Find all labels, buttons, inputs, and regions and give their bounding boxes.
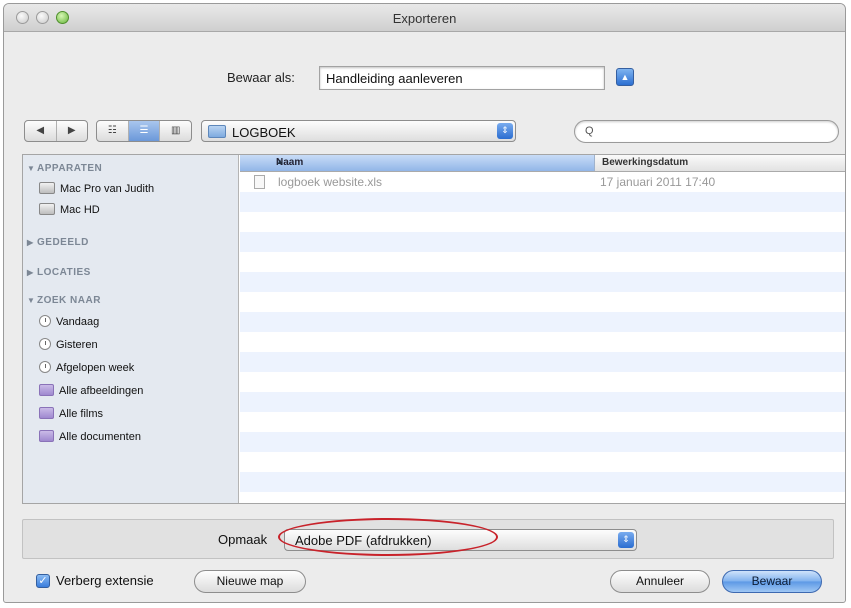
file-name: logboek website.xls <box>278 175 383 189</box>
folder-icon <box>208 125 226 138</box>
title-bar: Exporteren <box>4 4 845 32</box>
sidebar-item-mac-pro[interactable]: Mac Pro van Judith <box>39 182 154 195</box>
sidebar-item-afgelopen-week[interactable]: Afgelopen week <box>39 361 134 374</box>
clock-icon <box>39 315 51 327</box>
back-forward-control: ◀ ▶ <box>24 120 88 142</box>
hard-drive-icon <box>39 203 55 215</box>
checkmark-icon: ✓ <box>38 575 48 587</box>
export-dialog: Exporteren Bewaar als: ▲ ◀ ▶ ☷ ☰ ▥ LOGBO… <box>3 3 846 603</box>
sidebar-item-alle-films[interactable]: Alle films <box>39 407 103 420</box>
updown-arrows-icon: ⇕ <box>497 123 513 139</box>
format-value: Adobe PDF (afdrukken) <box>295 533 432 548</box>
computer-icon <box>39 182 55 194</box>
sidebar-item-vandaag[interactable]: Vandaag <box>39 315 99 328</box>
column-header-name[interactable]: Naam ▲ <box>240 155 595 171</box>
column-header-row: Naam ▲ Bewerkingsdatum <box>240 155 845 172</box>
sidebar-section-locaties[interactable]: ▶ LOCATIES <box>27 267 91 278</box>
sidebar: ▼ APPARATEN Mac Pro van Judith Mac HD ▶ GE… <box>23 155 239 503</box>
save-button[interactable]: Bewaar <box>722 570 822 593</box>
file-list: Naam ▲ Bewerkingsdatum logboek website.x… <box>240 155 845 503</box>
location-label: LOGBOEK <box>232 125 296 140</box>
search-input[interactable] <box>601 123 826 140</box>
button-row: ✓ Verberg extensie Nieuwe map Annuleer B… <box>4 569 845 595</box>
sidebar-item-mac-hd[interactable]: Mac HD <box>39 203 100 216</box>
sort-ascending-icon: ▲ <box>276 157 284 166</box>
location-popup[interactable]: LOGBOEK ⇕ <box>201 120 516 142</box>
updown-arrows-icon: ⇕ <box>618 532 634 548</box>
smart-folder-icon <box>39 407 54 419</box>
back-button[interactable]: ◀ <box>25 121 57 141</box>
search-icon: Q <box>585 125 594 137</box>
hide-extension-label[interactable]: Verberg extensie <box>56 573 154 588</box>
hide-extension-checkbox[interactable]: ✓ <box>36 574 50 588</box>
smart-folder-icon <box>39 384 54 396</box>
file-browser: ▼ APPARATEN Mac Pro van Judith Mac HD ▶ GE… <box>22 154 845 504</box>
sidebar-item-alle-afbeeldingen[interactable]: Alle afbeeldingen <box>39 384 143 397</box>
view-mode-control: ☷ ☰ ▥ <box>96 120 192 142</box>
sidebar-item-alle-documenten[interactable]: Alle documenten <box>39 430 141 443</box>
cancel-button[interactable]: Annuleer <box>610 570 710 593</box>
file-rows: logboek website.xls 17 januari 2011 17:4… <box>240 172 845 503</box>
forward-button[interactable]: ▶ <box>57 121 88 141</box>
disclosure-closed-icon: ▶ <box>27 268 34 277</box>
new-folder-button[interactable]: Nieuwe map <box>194 570 306 593</box>
sidebar-section-apparaten[interactable]: ▼ APPARATEN <box>27 163 102 174</box>
list-view-button[interactable]: ☰ <box>128 121 161 141</box>
document-icon <box>254 175 265 189</box>
icon-view-button[interactable]: ☷ <box>97 121 129 141</box>
clock-icon <box>39 338 51 350</box>
disclosure-open-icon: ▼ <box>27 164 36 173</box>
sidebar-item-gisteren[interactable]: Gisteren <box>39 338 98 351</box>
save-as-row: Bewaar als: ▲ <box>4 66 845 92</box>
format-label: Opmaak <box>218 532 268 547</box>
clock-icon <box>39 361 51 373</box>
disclosure-closed-icon: ▶ <box>27 238 34 247</box>
file-date: 17 januari 2011 17:40 <box>600 175 716 189</box>
disclosure-open-icon: ▼ <box>27 296 36 305</box>
sidebar-section-gedeeld[interactable]: ▶ GEDEELD <box>27 237 89 248</box>
browser-toolbar: ◀ ▶ ☷ ☰ ▥ LOGBOEK ⇕ Q <box>4 120 845 146</box>
smart-folder-icon <box>39 430 54 442</box>
format-popup[interactable]: Adobe PDF (afdrukken) ⇕ <box>284 529 637 551</box>
column-header-date[interactable]: Bewerkingsdatum <box>602 157 688 168</box>
file-row[interactable]: logboek website.xls 17 januari 2011 17:4… <box>240 172 845 192</box>
sidebar-section-zoek-naar[interactable]: ▼ ZOEK NAAR <box>27 295 101 306</box>
save-as-input[interactable] <box>319 66 605 90</box>
chevron-up-icon: ▲ <box>620 72 630 82</box>
expand-collapse-button[interactable]: ▲ <box>616 68 634 86</box>
format-panel: Opmaak Adobe PDF (afdrukken) ⇕ <box>22 518 834 559</box>
search-field[interactable]: Q <box>574 120 839 143</box>
window-title: Exporteren <box>392 11 457 26</box>
save-as-label: Bewaar als: <box>227 70 295 85</box>
column-view-button[interactable]: ▥ <box>160 121 191 141</box>
